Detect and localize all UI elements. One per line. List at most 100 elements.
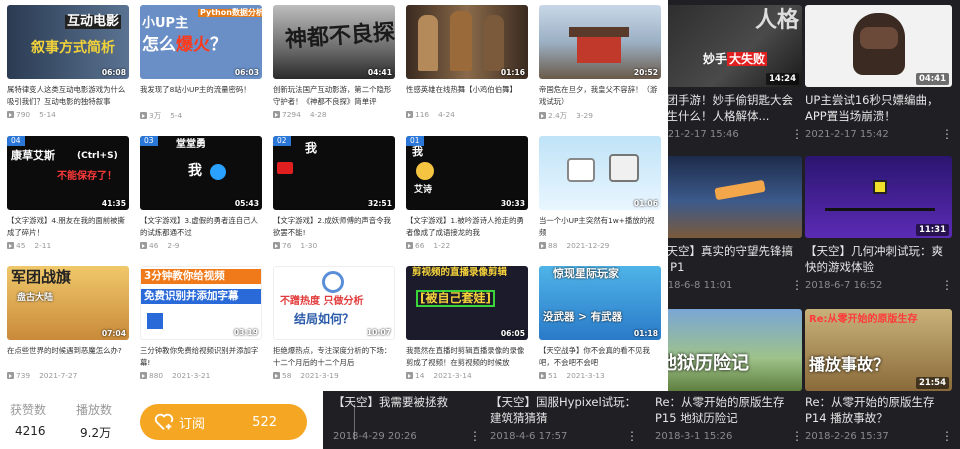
video-thumbnail[interactable]	[655, 156, 802, 238]
video-card[interactable]: 01:16 性感英雄在线热舞【小鸡伯伯舞】 116 4-24	[406, 5, 528, 119]
play-count: 76	[282, 241, 292, 250]
video-card[interactable]: 妙手 大失败 人格 14:24 跑团手游！妙手偷钥匙大会发生什么！人格解体... …	[655, 5, 803, 141]
video-thumbnail[interactable]: 01 我 艾诗 30:33	[406, 136, 528, 210]
subscribe-button[interactable]: 订阅 522	[140, 404, 355, 440]
video-card[interactable]: Python数据分析 小UP主 怎么爆火？ 06:03 我发现了8站小UP主的流…	[140, 5, 262, 121]
video-card[interactable]: 02 我 32:51 【文字游戏】2.成妖师傅的声音令我欲罢不能! 76 1-30	[273, 136, 395, 250]
video-thumbnail[interactable]: 妙手 大失败 人格 14:24	[655, 5, 802, 87]
more-options-icon[interactable]: ⋮	[941, 278, 953, 292]
more-options-icon[interactable]: ⋮	[791, 278, 803, 292]
subscriber-count: 522	[252, 414, 277, 430]
video-card[interactable]: Re：从零开始的原版生存 P15 地狱历险记 2018-3-1 15:26 ⋮	[655, 394, 803, 443]
video-title[interactable]: 【文字游戏】2.成妖师傅的声音令我欲罢不能!	[273, 215, 395, 239]
video-title[interactable]: 【天空】真实的守望先锋搞笑 P1	[655, 243, 802, 275]
video-title[interactable]: 【天空】几何冲刺试玩：爽快的游戏体验 GeometryDash	[805, 243, 952, 275]
video-thumbnail[interactable]: 剪视频的直播录像剪辑 [被自己套娃] 06:05	[406, 266, 528, 340]
video-card[interactable]: 军团战旗 盘古大陆 07:04 在点些世界的时候遇到恶魔怎么办? 739 2021…	[7, 266, 129, 380]
video-thumbnail[interactable]: 20:52	[539, 5, 661, 79]
video-card[interactable]: 不蹭热度 只做分析 结局如何？ 10:07 拒绝爆热点，专注深度分析的下场：十二…	[273, 266, 395, 380]
video-thumbnail[interactable]: 3分钟教你给视频 免费识别并添加字幕 03:19	[140, 266, 262, 340]
likes-label: 获赞数	[10, 403, 47, 417]
video-card[interactable]: 01:06 当一个小UP主突然有1w+播放的视频 88 2021-12-29	[539, 136, 661, 250]
video-thumbnail[interactable]: 01:16	[406, 5, 528, 79]
play-count-icon	[273, 372, 280, 379]
video-card[interactable]: Re:从零开始的原版生存 播放事故？ 21:54	[805, 309, 952, 391]
more-options-icon[interactable]: ⋮	[791, 429, 803, 443]
video-card[interactable]: 04:41 UP主尝试16秒只嫖编曲，APP置当场崩溃！ 2021-2-17 1…	[805, 5, 953, 141]
video-thumbnail[interactable]: 神都不良探 04:41	[273, 5, 395, 79]
video-card[interactable]: 地狱历险记	[655, 309, 802, 391]
play-count-icon	[7, 242, 14, 249]
video-date: 2018-4-6 17:57	[490, 430, 568, 442]
video-thumbnail[interactable]: 01:06	[539, 136, 661, 210]
play-count-icon	[140, 242, 147, 249]
video-card[interactable]: 3分钟教你给视频 免费识别并添加字幕 03:19 三分钟教你免费给视频识别并添加…	[140, 266, 262, 380]
video-card[interactable]: 神都不良探 04:41 创新玩法国产互动影游，第二个隐形守护者！《神都不良探》简…	[273, 5, 395, 119]
video-card[interactable]: 惊现星际玩家 没武器 > 有武器 01:18 【天空战争】你不会真的看不见我吧，…	[539, 266, 661, 380]
video-card[interactable]: 【天空】我需要被拯救 2018-4-29 20:26 ⋮	[333, 394, 481, 443]
video-title[interactable]: 【天空战争】你不会真的看不见我吧，不会吧不会吧	[539, 345, 661, 369]
more-options-icon[interactable]: ⋮	[469, 429, 481, 443]
video-title[interactable]: 【天空】我需要被拯救	[333, 394, 480, 426]
video-thumbnail[interactable]: 不蹭热度 只做分析 结局如何？ 10:07	[273, 266, 395, 340]
video-card[interactable]: 互动电影 叙事方式简析 06:08 属特律变人这类互动电影游戏为什么吸引我们？互…	[7, 5, 129, 119]
video-card[interactable]: 04 康草艾斯 (Ctrl+S) 不能保存了！ 41:35 【文字游戏】4.朋友…	[7, 136, 129, 250]
video-title[interactable]: 【天空】国服Hypixel试玩：建筑猜猜猜	[490, 394, 637, 426]
video-title[interactable]: 创新玩法国产互动影游，第二个隐形守护者！《神都不良探》简单评	[273, 84, 395, 108]
video-thumbnail[interactable]: 互动电影 叙事方式简析 06:08	[7, 5, 129, 79]
video-card[interactable]: 03 堂堂勇 我 05:43 【文字游戏】3.虚假的勇者连自己人的试炼都通不过 …	[140, 136, 262, 250]
video-duration: 07:04	[101, 329, 126, 338]
video-card[interactable]: 剪视频的直播录像剪辑 [被自己套娃] 06:05 我竟然在直播时剪辑直播录像的录…	[406, 266, 528, 380]
video-duration: 10:07	[366, 328, 391, 337]
video-thumbnail[interactable]: 惊现星际玩家 没武器 > 有武器 01:18	[539, 266, 661, 340]
video-thumbnail[interactable]: 地狱历险记	[655, 309, 802, 391]
more-options-icon[interactable]: ⋮	[791, 127, 803, 141]
video-title[interactable]: 【文字游戏】4.朋友在我的面前被撕成了碎片！	[7, 215, 129, 239]
video-title[interactable]: 性感英雄在线热舞【小鸡伯伯舞】	[406, 84, 528, 108]
play-count: 51	[548, 371, 558, 380]
video-thumbnail[interactable]: Re:从零开始的原版生存 播放事故？ 21:54	[805, 309, 952, 391]
video-card[interactable]: Re：从零开始的原版生存 P14 播放事故？ 2018-2-26 15:37 ⋮	[805, 394, 953, 443]
video-title[interactable]: 三分钟教你免费给视频识别并添加字幕!	[140, 345, 262, 369]
video-thumbnail[interactable]: 11:31	[805, 156, 952, 238]
video-card[interactable]: 20:52 帝国危在旦夕，我皇父不容辞！（游戏试玩） 2.4万 3-29	[539, 5, 661, 121]
play-count-icon	[7, 372, 14, 379]
video-thumbnail[interactable]: 04 康草艾斯 (Ctrl+S) 不能保存了！ 41:35	[7, 136, 129, 210]
video-title[interactable]: 我发现了8站小UP主的流量密码！	[140, 84, 262, 108]
episode-number: 04	[7, 136, 25, 146]
video-duration: 06:08	[101, 68, 126, 77]
play-count-icon	[273, 242, 280, 249]
video-title[interactable]: 【文字游戏】3.虚假的勇者连自己人的试炼都通不过	[140, 215, 262, 239]
channel-stats: 获赞数 4216 播放数 9.2万 订阅 522	[0, 391, 355, 449]
video-thumbnail[interactable]: Python数据分析 小UP主 怎么爆火？ 06:03	[140, 5, 262, 79]
video-title[interactable]: UP主尝试16秒只嫖编曲，APP置当场崩溃！	[805, 92, 952, 124]
video-title[interactable]: 我竟然在直播时剪辑直播录像的录像剪成了视频！在剪视频的时候放	[406, 345, 528, 369]
video-thumbnail[interactable]: 02 我 32:51	[273, 136, 395, 210]
video-thumbnail[interactable]: 03 堂堂勇 我 05:43	[140, 136, 262, 210]
video-thumbnail[interactable]: 军团战旗 盘古大陆 07:04	[7, 266, 129, 340]
play-count: 116	[415, 110, 430, 119]
video-date: 5-4	[170, 111, 183, 120]
more-options-icon[interactable]: ⋮	[941, 429, 953, 443]
video-title[interactable]: 当一个小UP主突然有1w+播放的视频	[539, 215, 661, 239]
video-title[interactable]: Re：从零开始的原版生存 P15 地狱历险记	[655, 394, 802, 426]
more-options-icon[interactable]: ⋮	[941, 127, 953, 141]
video-card[interactable]: 【天空】真实的守望先锋搞笑 P1 2018-6-8 11:01 ⋮	[655, 156, 803, 292]
play-count-icon	[406, 242, 413, 249]
video-title[interactable]: 在点些世界的时候遇到恶魔怎么办?	[7, 345, 129, 369]
play-count: 46	[149, 241, 159, 250]
more-options-icon[interactable]: ⋮	[626, 429, 638, 443]
video-title[interactable]: 属特律变人这类互动电影游戏为什么吸引我们？互动电影的独特叙事	[7, 84, 129, 108]
video-title[interactable]: 拒绝爆热点，专注深度分析的下场：十二个月后的十二个月后	[273, 345, 395, 369]
video-card[interactable]: 11:31 【天空】几何冲刺试玩：爽快的游戏体验 GeometryDash 20…	[805, 156, 953, 292]
video-date: 2-11	[34, 241, 52, 250]
video-card[interactable]: 01 我 艾诗 30:33 【文字游戏】1.被吟游诗人抢走的勇者像成了成语接龙的…	[406, 136, 528, 250]
video-duration: 30:33	[500, 199, 525, 208]
video-title[interactable]: 帝国危在旦夕，我皇父不容辞！（游戏试玩）	[539, 84, 661, 108]
video-date: 3-29	[576, 111, 593, 120]
video-title[interactable]: 【文字游戏】1.被吟游诗人抢走的勇者像成了成语接龙的我	[406, 215, 528, 239]
video-thumbnail[interactable]: 04:41	[805, 5, 952, 87]
video-title[interactable]: 跑团手游！妙手偷钥匙大会发生什么！人格解体...	[655, 92, 802, 124]
video-title[interactable]: Re：从零开始的原版生存 P14 播放事故？	[805, 394, 952, 426]
video-card[interactable]: 【天空】国服Hypixel试玩：建筑猜猜猜 2018-4-6 17:57 ⋮	[490, 394, 638, 443]
